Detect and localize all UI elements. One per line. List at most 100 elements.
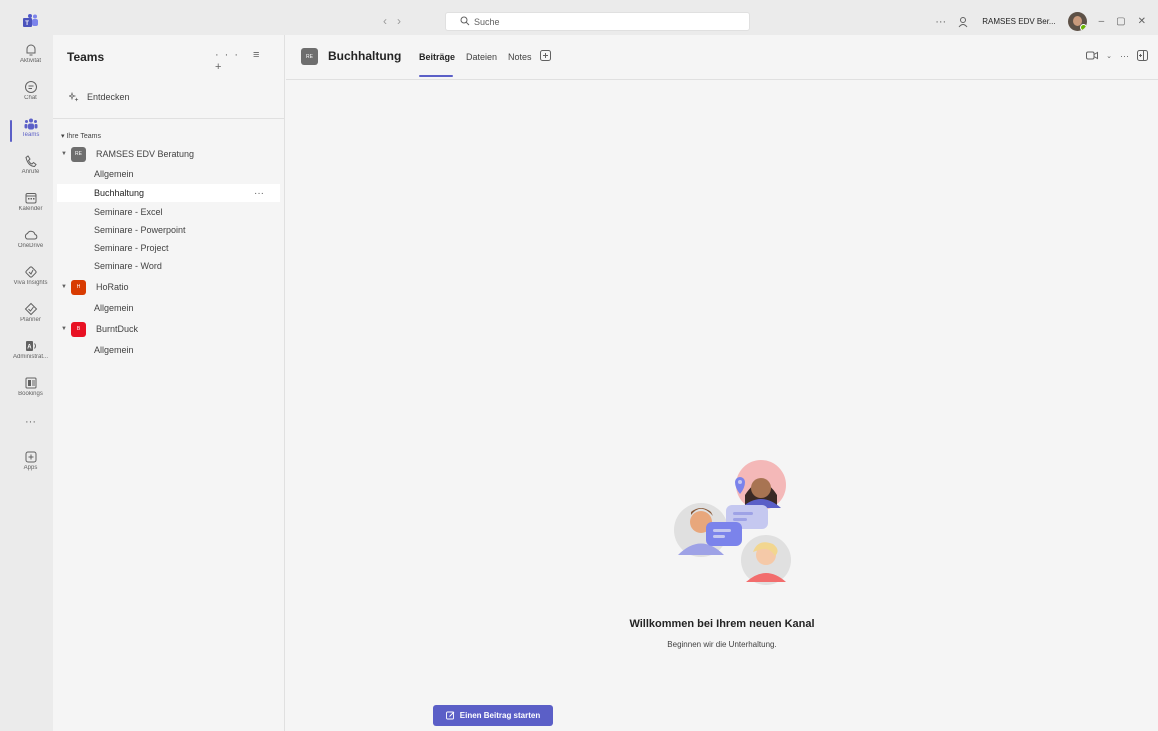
channel-buchhaltung[interactable]: Buchhaltung ···	[57, 184, 280, 202]
channel-seminare-powerpoint[interactable]: Seminare - Powerpoint	[57, 221, 280, 239]
cloud-icon	[24, 230, 37, 240]
teams-icon	[24, 118, 37, 130]
channel-header: RE Buchhaltung Beiträge Dateien Notes ⌄ …	[286, 35, 1158, 80]
user-name[interactable]: RAMSES EDV Ber...	[982, 17, 1055, 26]
rail-label: Planner	[20, 317, 41, 323]
close-button[interactable]: ✕	[1138, 16, 1146, 27]
search-icon	[460, 16, 470, 26]
tab-notes[interactable]: Notes	[508, 52, 532, 62]
planner-icon	[24, 302, 37, 316]
channel-seminare-word[interactable]: Seminare - Word	[57, 257, 280, 275]
calendar-icon	[25, 193, 36, 204]
forward-arrow-icon[interactable]: ›	[397, 14, 411, 28]
team-avatar: B	[71, 321, 86, 337]
rail-item-planner[interactable]: Planner	[8, 300, 53, 336]
teams-pane: Teams ··· ≡ + Entdecken ▾ Ihre Teams ▼ R…	[53, 35, 285, 731]
channel-allgemein[interactable]: Allgemein	[57, 341, 280, 359]
team-ramses[interactable]: ▼ RE RAMSES EDV Beratung	[57, 145, 280, 163]
people-icon[interactable]	[958, 16, 970, 28]
rail-item-calendar[interactable]: Kalender	[8, 189, 53, 225]
tab-dateien[interactable]: Dateien	[466, 52, 497, 62]
title-bar: T ‹› Suche ··· RAMSES EDV Ber... – ▢ ✕	[8, 8, 1158, 35]
start-post-button[interactable]: Einen Beitrag starten	[433, 705, 553, 726]
video-call-icon[interactable]	[1086, 51, 1099, 60]
pane-divider	[53, 118, 284, 119]
team-name: BurntDuck	[96, 324, 139, 334]
history-nav: ‹›	[383, 14, 411, 28]
channel-more-button[interactable]: ···	[1120, 51, 1129, 61]
channel-name: Seminare - Powerpoint	[94, 225, 186, 235]
section-your-teams[interactable]: ▾ Ihre Teams	[61, 132, 101, 140]
chevron-down-icon[interactable]: ▼	[61, 151, 71, 157]
team-name: HoRatio	[96, 282, 129, 292]
bell-icon	[26, 44, 35, 56]
chevron-down-icon[interactable]: ⌄	[1106, 52, 1112, 60]
welcome-illustration	[674, 460, 791, 585]
rail-item-bookings[interactable]: Bookings	[8, 374, 53, 410]
add-apps-icon	[25, 451, 36, 463]
channel-title: Buchhaltung	[328, 49, 402, 63]
channel-more-button[interactable]: ···	[254, 188, 264, 199]
rail-item-teams[interactable]: Teams	[8, 115, 53, 151]
chat-bubble-icon	[706, 522, 742, 546]
chevron-down-icon[interactable]: ▼	[61, 326, 71, 332]
rail-item-admin[interactable]: A Administrat...	[8, 337, 53, 373]
rail-label: Chat	[24, 95, 37, 101]
team-horatio[interactable]: ▼ H HoRatio	[57, 278, 280, 296]
channel-main: RE Buchhaltung Beiträge Dateien Notes ⌄ …	[286, 35, 1158, 731]
rail-item-onedrive[interactable]: OneDrive	[8, 226, 53, 262]
svg-text:A: A	[27, 345, 32, 351]
phone-icon	[24, 155, 37, 168]
insights-icon	[24, 266, 37, 278]
search-box[interactable]: Suche	[445, 12, 750, 31]
minimize-button[interactable]: –	[1099, 16, 1105, 27]
pane-actions[interactable]: ··· ≡ +	[215, 49, 284, 73]
compose-icon	[445, 711, 455, 720]
rail-item-calls[interactable]: Anrufe	[8, 152, 53, 188]
welcome-title: Willkommen bei Ihrem neuen Kanal	[629, 618, 815, 630]
channel-name: Seminare - Project	[94, 243, 169, 253]
team-avatar: H	[71, 279, 86, 295]
channel-team-avatar: RE	[301, 48, 318, 65]
bookings-icon	[25, 377, 36, 389]
rail-item-chat[interactable]: Chat	[8, 78, 53, 114]
rail-label: Aktivität	[19, 58, 41, 64]
team-avatar: RE	[71, 146, 86, 162]
channel-allgemein[interactable]: Allgemein	[57, 165, 280, 183]
settings-more-button[interactable]: ···	[935, 16, 946, 28]
sparkle-icon	[69, 92, 79, 102]
rail-item-viva-insights[interactable]: Viva Insights	[8, 263, 53, 299]
rail-item-activity[interactable]: Aktivität	[8, 41, 53, 77]
start-post-label: Einen Beitrag starten	[459, 711, 541, 720]
discover-button[interactable]: Entdecken	[69, 87, 130, 107]
active-tab-indicator	[419, 75, 453, 77]
rail-label: Apps	[23, 465, 38, 471]
more-icon: ···	[25, 416, 36, 428]
rail-label: Bookings	[18, 391, 43, 397]
chevron-down-icon[interactable]: ▼	[61, 284, 71, 290]
presence-available-icon	[1079, 24, 1087, 31]
user-avatar[interactable]	[1067, 12, 1087, 31]
add-tab-icon[interactable]	[540, 50, 551, 61]
teams-window: T ‹› Suche ··· RAMSES EDV Ber... – ▢ ✕ A…	[8, 8, 1158, 731]
tab-beitraege[interactable]: Beiträge	[419, 52, 455, 62]
channel-name: Seminare - Word	[94, 261, 162, 271]
maximize-button[interactable]: ▢	[1116, 16, 1125, 27]
open-info-pane-icon[interactable]	[1137, 50, 1148, 61]
team-burntduck[interactable]: ▼ B BurntDuck	[57, 320, 280, 338]
rail-label: Teams	[21, 132, 40, 138]
channel-seminare-excel[interactable]: Seminare - Excel	[57, 203, 280, 221]
welcome-subtitle: Beginnen wir die Unterhaltung.	[667, 640, 777, 649]
channel-name: Seminare - Excel	[94, 207, 163, 217]
teams-logo-icon: T	[23, 14, 38, 27]
channel-seminare-project[interactable]: Seminare - Project	[57, 239, 280, 257]
rail-item-more[interactable]: ···	[8, 415, 53, 451]
rail-item-apps[interactable]: Apps	[8, 448, 53, 484]
svg-text:T: T	[25, 21, 29, 27]
team-name: RAMSES EDV Beratung	[96, 149, 195, 159]
app-rail: Aktivität Chat Teams Anrufe Kalender One…	[8, 35, 53, 731]
back-arrow-icon[interactable]: ‹	[383, 14, 397, 28]
channel-allgemein[interactable]: Allgemein	[57, 299, 280, 317]
search-placeholder: Suche	[474, 17, 500, 27]
channel-name: Allgemein	[94, 345, 134, 355]
